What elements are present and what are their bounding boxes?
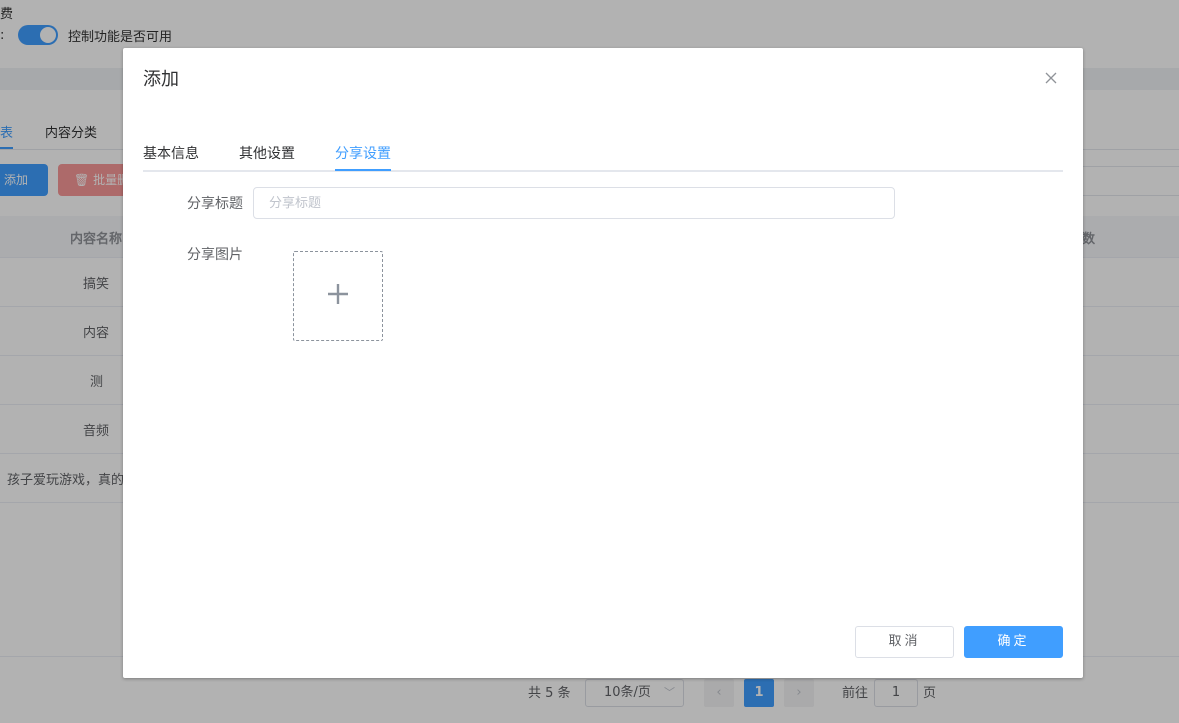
tab-basic-info[interactable]: 基本信息: [143, 143, 199, 173]
dialog-tabs: 基本信息 其他设置 分享设置: [143, 140, 1063, 172]
share-image-uploader[interactable]: [293, 251, 383, 341]
add-dialog: 添加 基本信息 其他设置 分享设置 分享标题 分享图片 取消 确定: [123, 48, 1083, 678]
share-title-input[interactable]: [253, 187, 895, 219]
share-image-label: 分享图片: [187, 247, 243, 263]
confirm-button[interactable]: 确定: [964, 626, 1063, 658]
cancel-button[interactable]: 取消: [855, 626, 954, 658]
close-button[interactable]: [1039, 66, 1063, 90]
active-tab-indicator: [335, 169, 391, 171]
plus-icon: [324, 280, 352, 312]
share-title-label: 分享标题: [187, 196, 243, 212]
dialog-title: 添加: [143, 69, 179, 90]
tab-other-settings[interactable]: 其他设置: [239, 143, 295, 173]
close-icon: [1039, 66, 1063, 90]
